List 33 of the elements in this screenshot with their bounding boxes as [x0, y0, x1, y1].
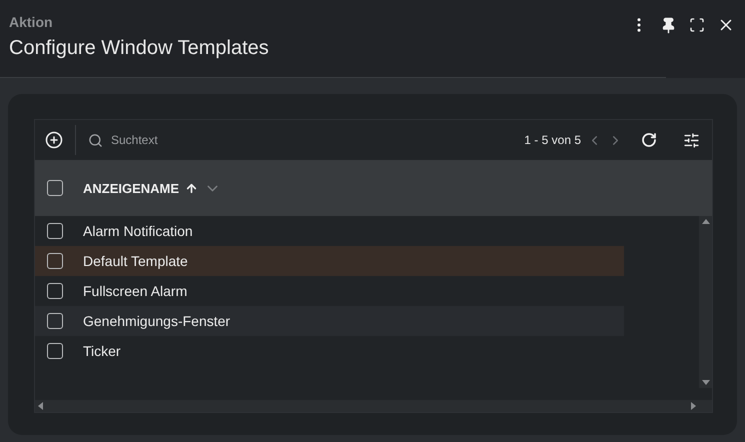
table-row[interactable]: Ticker: [35, 336, 624, 366]
pin-icon[interactable]: [660, 16, 677, 34]
table-cell: Alarm Notification: [83, 223, 193, 239]
horizontal-scrollbar[interactable]: [35, 400, 712, 412]
vertical-scrollbar[interactable]: [699, 216, 712, 388]
settings-icon[interactable]: [683, 132, 700, 148]
window-title: Configure Window Templates: [9, 37, 269, 60]
row-checkbox[interactable]: [47, 253, 63, 269]
table-row[interactable]: Alarm Notification: [35, 216, 624, 246]
row-checkbox[interactable]: [47, 343, 63, 359]
scroll-up-icon[interactable]: [702, 219, 710, 224]
row-checkbox[interactable]: [47, 313, 63, 329]
maximize-icon[interactable]: [689, 16, 705, 34]
table-row[interactable]: Fullscreen Alarm: [35, 276, 624, 306]
search-field[interactable]: Suchtext: [109, 132, 309, 148]
search-icon: [88, 132, 103, 148]
window-subtitle: Aktion: [9, 14, 54, 30]
select-all-checkbox[interactable]: [47, 180, 63, 196]
table-cell: Default Template: [83, 253, 188, 269]
table-cell: Fullscreen Alarm: [83, 283, 188, 299]
scroll-down-icon[interactable]: [702, 380, 710, 385]
row-checkbox[interactable]: [47, 223, 63, 239]
table-row[interactable]: Default Template: [35, 246, 624, 276]
table-cell: Ticker: [83, 343, 121, 359]
pagination-label: 1 - 5 von 5: [524, 133, 581, 147]
scroll-right-icon[interactable]: [691, 402, 696, 410]
add-icon[interactable]: [45, 131, 63, 149]
row-checkbox[interactable]: [47, 283, 63, 299]
scroll-left-icon[interactable]: [38, 402, 43, 410]
refresh-icon[interactable]: [641, 132, 657, 148]
table-cell: Genehmigungs-Fenster: [83, 313, 230, 329]
table-row[interactable]: Genehmigungs-Fenster: [35, 306, 624, 336]
column-header[interactable]: ANZEIGENAME: [83, 180, 222, 196]
